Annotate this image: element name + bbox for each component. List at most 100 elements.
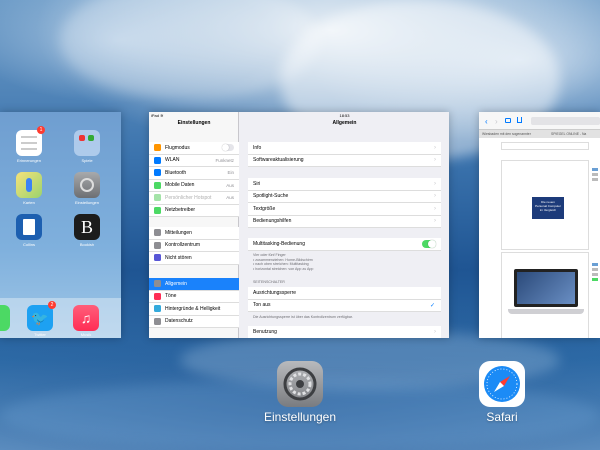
sidebar-group-general: Allgemein Töne Hintergründe & Helligkeit… [149, 278, 239, 328]
sidebar-item-label: Mobile Daten [165, 182, 195, 189]
safari-web-content: Die neuen Personal Computer im Vergleich [479, 138, 600, 338]
sidebar-item-label: Hintergründe & Helligkeit [165, 305, 221, 312]
reminders-badge: 1 [37, 126, 45, 134]
sidebar-item-label: Kontrollzentrum [165, 242, 201, 249]
sidebar-item-label: WLAN [165, 157, 180, 164]
row-label: Info [253, 144, 262, 151]
antenna-icon [154, 181, 161, 189]
sidebar-item-label: Töne [165, 293, 177, 300]
row-label: Siri [253, 180, 261, 187]
tab-1[interactable]: Wiesbaden mit den sogenannten... [479, 132, 531, 136]
detail-group-multitasking: Multitasking-Bedienung [248, 238, 441, 251]
sidebar-item-value: Funknetz [215, 157, 234, 163]
safari-app-card[interactable]: ‹ › Wiesbaden mit den sogenannten... SPI… [479, 112, 600, 338]
row-software-update[interactable]: Softwareaktualisierung › [248, 155, 441, 167]
reminders-label: Erinnerungen [16, 158, 42, 163]
home-screen-card[interactable]: 1 Erinnerungen Spiele Karten Einstellung… [0, 112, 121, 338]
web-article-card[interactable]: Die neuen Personal Computer im Vergleich [501, 160, 589, 250]
bookmarks-icon[interactable] [505, 118, 511, 123]
row-orientation-lock[interactable]: Ausrichtungssperre [248, 287, 441, 300]
maps-label: Karten [23, 200, 35, 205]
airplane-mode-toggle[interactable] [222, 144, 234, 152]
chevron-right-icon: › [434, 180, 436, 187]
sidebar-item-datenschutz[interactable]: Datenschutz [149, 316, 239, 328]
twitter-app-icon[interactable]: 🐦 [27, 305, 53, 331]
row-label: Bedienungshilfen [253, 218, 292, 225]
sidebar-item-label: Nicht stören [165, 254, 192, 261]
sidebar-item-mobile-data[interactable]: Mobile Daten Aus [149, 180, 239, 192]
row-usage[interactable]: Benutzung › [248, 326, 441, 338]
sidebar-item-bluetooth[interactable]: Bluetooth Ein [149, 167, 239, 180]
status-time: 18:53 [339, 113, 350, 118]
sidebar-title: Einstellungen [177, 120, 211, 126]
sidebar-item-hotspot[interactable]: Persönlicher Hotspot Aus [149, 192, 239, 205]
maps-app-icon[interactable] [16, 172, 42, 198]
sidebar-item-flugmodus[interactable]: Flugmodus [149, 142, 239, 155]
web-product-card[interactable] [501, 252, 589, 338]
games-folder-icon[interactable] [74, 130, 100, 156]
row-text-size[interactable]: Textgröße › [248, 203, 441, 216]
row-multitasking[interactable]: Multitasking-Bedienung [248, 238, 441, 251]
bookish-app-icon[interactable]: B [74, 214, 100, 240]
music-app-icon[interactable]: ♫ [73, 305, 99, 331]
settings-small-label: Einstellungen [74, 200, 100, 205]
settings-sidebar: iPad ≋ Einstellungen Flugmodus WLAN Funk… [149, 112, 239, 338]
sidebar-item-toene[interactable]: Töne [149, 291, 239, 303]
note-line: • horizontal streichen: von App zu App [253, 266, 314, 271]
twitter-label: Twitter [34, 332, 46, 337]
speaker-icon [154, 292, 161, 300]
status-carrier: iPad ≋ [151, 113, 164, 118]
sidebar-item-label: Persönlicher Hotspot [165, 194, 212, 201]
sidebar-item-label: Flugmodus [165, 144, 190, 151]
reminders-app-icon[interactable] [16, 130, 42, 156]
chevron-right-icon: › [434, 144, 436, 151]
row-siri[interactable]: Siri › [248, 178, 441, 191]
row-accessibility[interactable]: Bedienungshilfen › [248, 216, 441, 228]
settings-app-icon-small[interactable] [74, 172, 100, 198]
row-info[interactable]: Info › [248, 142, 441, 155]
hotspot-icon [154, 194, 161, 202]
control-center-icon [154, 241, 161, 249]
messages-app-icon[interactable] [0, 305, 10, 331]
sidebar-item-label: Netzbetreiber [165, 207, 196, 214]
safari-tab-bar: Wiesbaden mit den sogenannten... SPIEGEL… [479, 130, 600, 138]
multitasking-toggle[interactable] [422, 239, 436, 248]
side-switch-note: Die Ausrichtungssperre ist über das Kont… [253, 315, 353, 319]
sidebar-item-label: Allgemein [165, 280, 187, 287]
sidebar-item-allgemein[interactable]: Allgemein [149, 278, 239, 291]
laptop-base [508, 309, 584, 314]
web-block [501, 142, 589, 150]
tab-2[interactable]: SPIEGEL ONLINE - Na [531, 132, 600, 136]
twitter-badge: 2 [48, 301, 56, 309]
sidebar-item-mitteilungen[interactable]: Mitteilungen [149, 227, 239, 240]
sidebar-item-value: Aus [226, 182, 234, 188]
settings-app-icon[interactable] [277, 361, 323, 407]
sidebar-item-nicht-stoeren[interactable]: Nicht stören [149, 252, 239, 265]
address-bar[interactable] [531, 117, 600, 125]
forward-icon[interactable]: › [495, 117, 498, 126]
safari-toolbar: ‹ › [479, 112, 600, 130]
sidebar-item-hintergruende[interactable]: Hintergründe & Helligkeit [149, 303, 239, 316]
settings-app-label: Einstellungen [263, 410, 337, 424]
row-label: Ton aus [253, 302, 271, 309]
gear-icon [283, 367, 317, 401]
section-header-side-switch: SEITENSCHALTER [253, 280, 285, 284]
row-label: Ausrichtungssperre [253, 289, 297, 296]
collins-app-icon[interactable] [16, 214, 42, 240]
article-thumbnail: Die neuen Personal Computer im Vergleich [532, 197, 564, 219]
settings-app-card[interactable]: iPad ≋ Einstellungen Flugmodus WLAN Funk… [149, 112, 449, 338]
sidebar-item-label: Bluetooth [165, 169, 187, 176]
row-mute[interactable]: Ton aus ✓ [248, 300, 441, 312]
airplane-icon [154, 144, 161, 152]
share-icon[interactable] [517, 117, 522, 123]
detail-group-usage: Benutzung › [248, 326, 441, 338]
row-spotlight[interactable]: Spotlight-Suche › [248, 191, 441, 203]
compass-icon [484, 366, 520, 402]
back-icon[interactable]: ‹ [485, 117, 488, 126]
sidebar-item-carrier[interactable]: Netzbetreiber [149, 205, 239, 217]
bluetooth-icon [154, 169, 161, 177]
chevron-right-icon: › [434, 205, 436, 212]
sidebar-item-kontrollzentrum[interactable]: Kontrollzentrum [149, 240, 239, 252]
safari-app-icon[interactable] [479, 361, 525, 407]
sidebar-item-wlan[interactable]: WLAN Funknetz [149, 155, 239, 167]
